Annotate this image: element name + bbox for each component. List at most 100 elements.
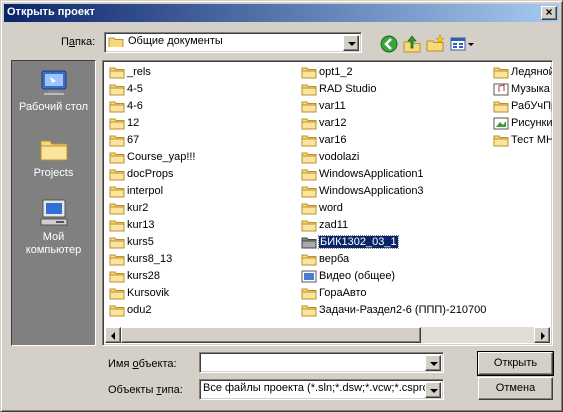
folder-icon	[108, 37, 124, 47]
file-name: ГораАвто	[319, 287, 367, 299]
file-list-item[interactable]: kur13	[107, 217, 297, 234]
file-list-item[interactable]: WindowsApplication3	[299, 183, 489, 200]
file-name: Музыка	[511, 83, 550, 95]
type-dropdown-button[interactable]	[425, 382, 441, 398]
folder-select-value: Общие документы	[108, 35, 223, 47]
file-list-item[interactable]: kurs8_13	[107, 251, 297, 268]
file-name: 12	[127, 117, 140, 129]
file-list-item[interactable]: Kursovik	[107, 285, 297, 302]
scroll-thumb[interactable]	[121, 327, 421, 343]
type-select[interactable]: Все файлы проекта (*.sln;*.dsw;*.vcw;*.c…	[199, 379, 444, 400]
file-list-item[interactable]: word	[299, 200, 489, 217]
file-name: Kursovik	[127, 287, 170, 299]
file-list-item[interactable]: ГораАвто	[299, 285, 489, 302]
horizontal-scrollbar[interactable]	[105, 327, 550, 343]
file-list-item[interactable]: БИК1302_03_1	[299, 234, 489, 251]
my-computer-icon	[40, 199, 67, 226]
file-list-item[interactable]: WindowsApplication1	[299, 166, 489, 183]
folder-icon	[109, 288, 125, 300]
folder-icon	[109, 254, 125, 266]
file-list-item[interactable]: верба	[299, 251, 489, 268]
file-column-1: _rels 4-5 4-6 12 67 Course_yap!!! docProps inte…	[107, 64, 297, 319]
up-folder-button[interactable]	[401, 33, 423, 55]
file-column-3: Ледяной Музыка РабУчПр Рисунки Тест МН	[491, 64, 553, 149]
file-list-item[interactable]: Видео (общее)	[299, 268, 489, 285]
file-list-item[interactable]: odu2	[107, 302, 297, 319]
file-list[interactable]: _rels 4-5 4-6 12 67 Course_yap!!! docProps inte…	[102, 60, 553, 346]
place-desktop[interactable]: Рабочий стол	[12, 67, 95, 114]
file-list-item[interactable]: var11	[299, 98, 489, 115]
pictures-folder-icon	[493, 117, 509, 130]
chevron-down-icon	[430, 389, 438, 393]
folder-icon	[109, 237, 125, 249]
file-list-item[interactable]: vodolazi	[299, 149, 489, 166]
folder-icon	[109, 271, 125, 283]
folder-icon	[301, 118, 317, 130]
file-list-item[interactable]: Ледяной	[491, 64, 552, 81]
cancel-button-label: Отмена	[495, 382, 536, 394]
file-name: WindowsApplication1	[319, 168, 424, 180]
file-list-item[interactable]: kur2	[107, 200, 297, 217]
place-my-computer[interactable]: Мой компьютер	[12, 197, 95, 257]
file-list-item[interactable]: interpol	[107, 183, 297, 200]
arrow-left-icon	[111, 332, 115, 340]
place-projects[interactable]: Projects	[12, 133, 95, 180]
file-list-item[interactable]: 4-6	[107, 98, 297, 115]
views-menu-button[interactable]	[448, 33, 476, 55]
file-list-item[interactable]: Музыка	[491, 81, 552, 98]
file-name: Видео (общее)	[319, 270, 396, 282]
folder-icon	[109, 67, 125, 79]
folder-label-part: пка:	[75, 36, 96, 48]
new-folder-button[interactable]	[424, 33, 446, 55]
arrow-right-icon	[541, 332, 545, 340]
file-list-item[interactable]: РабУчПр	[491, 98, 553, 115]
file-column-2: opt1_2 RAD Studio var11 var12 var16 vodolazi W…	[299, 64, 489, 319]
file-list-item[interactable]: var16	[299, 132, 489, 149]
file-list-item[interactable]: 67	[107, 132, 297, 149]
file-list-item[interactable]: 12	[107, 115, 297, 132]
back-button[interactable]	[378, 33, 400, 55]
folder-icon	[493, 135, 509, 147]
name-label: Имя объекта:	[108, 358, 177, 370]
close-button[interactable]: ×	[541, 5, 557, 20]
folder-icon	[109, 152, 125, 164]
file-list-item[interactable]: kurs28	[107, 268, 297, 285]
file-list-item[interactable]: Тест МН	[491, 132, 552, 149]
file-name: var12	[319, 117, 347, 129]
desktop-icon	[41, 70, 66, 95]
folder-icon	[301, 254, 317, 266]
name-dropdown-button[interactable]	[425, 355, 441, 371]
file-list-item[interactable]: zad11	[299, 217, 489, 234]
file-name: РабУчПр	[511, 100, 553, 112]
file-list-item[interactable]: 4-5	[107, 81, 297, 98]
up-folder-icon	[403, 35, 421, 53]
folder-select[interactable]: Общие документы	[104, 32, 362, 53]
places-bar: Рабочий стол Projects Мой компьютер	[11, 60, 96, 346]
open-button[interactable]: Открыть	[477, 351, 554, 376]
folder-icon	[301, 67, 317, 79]
file-list-item[interactable]: Задачи-Раздел2-6 (ППП)-210700	[299, 302, 489, 319]
file-list-item[interactable]: docProps	[107, 166, 297, 183]
file-list-item[interactable]: RAD Studio	[299, 81, 489, 98]
folder-dropdown-button[interactable]	[343, 35, 359, 51]
video-folder-icon	[301, 270, 317, 283]
name-input[interactable]	[199, 352, 444, 373]
file-name: word	[319, 202, 343, 214]
file-list-item[interactable]: Рисунки	[491, 115, 552, 132]
scroll-right-button[interactable]	[534, 327, 550, 343]
file-list-item[interactable]: kurs5	[107, 234, 297, 251]
file-list-item[interactable]: var12	[299, 115, 489, 132]
file-name: 4-6	[127, 100, 143, 112]
folder-icon	[493, 67, 509, 79]
file-list-item[interactable]: opt1_2	[299, 64, 489, 81]
file-list-item[interactable]: _rels	[107, 64, 297, 81]
file-name: верба	[319, 253, 350, 265]
folder-icon	[40, 140, 67, 161]
window-title: Открыть проект	[7, 6, 95, 18]
scroll-left-button[interactable]	[105, 327, 121, 343]
file-name: kur2	[127, 202, 149, 214]
name-label-part: бъекта:	[138, 358, 177, 370]
folder-icon	[109, 135, 125, 147]
file-list-item[interactable]: Course_yap!!!	[107, 149, 297, 166]
cancel-button[interactable]: Отмена	[478, 377, 553, 400]
